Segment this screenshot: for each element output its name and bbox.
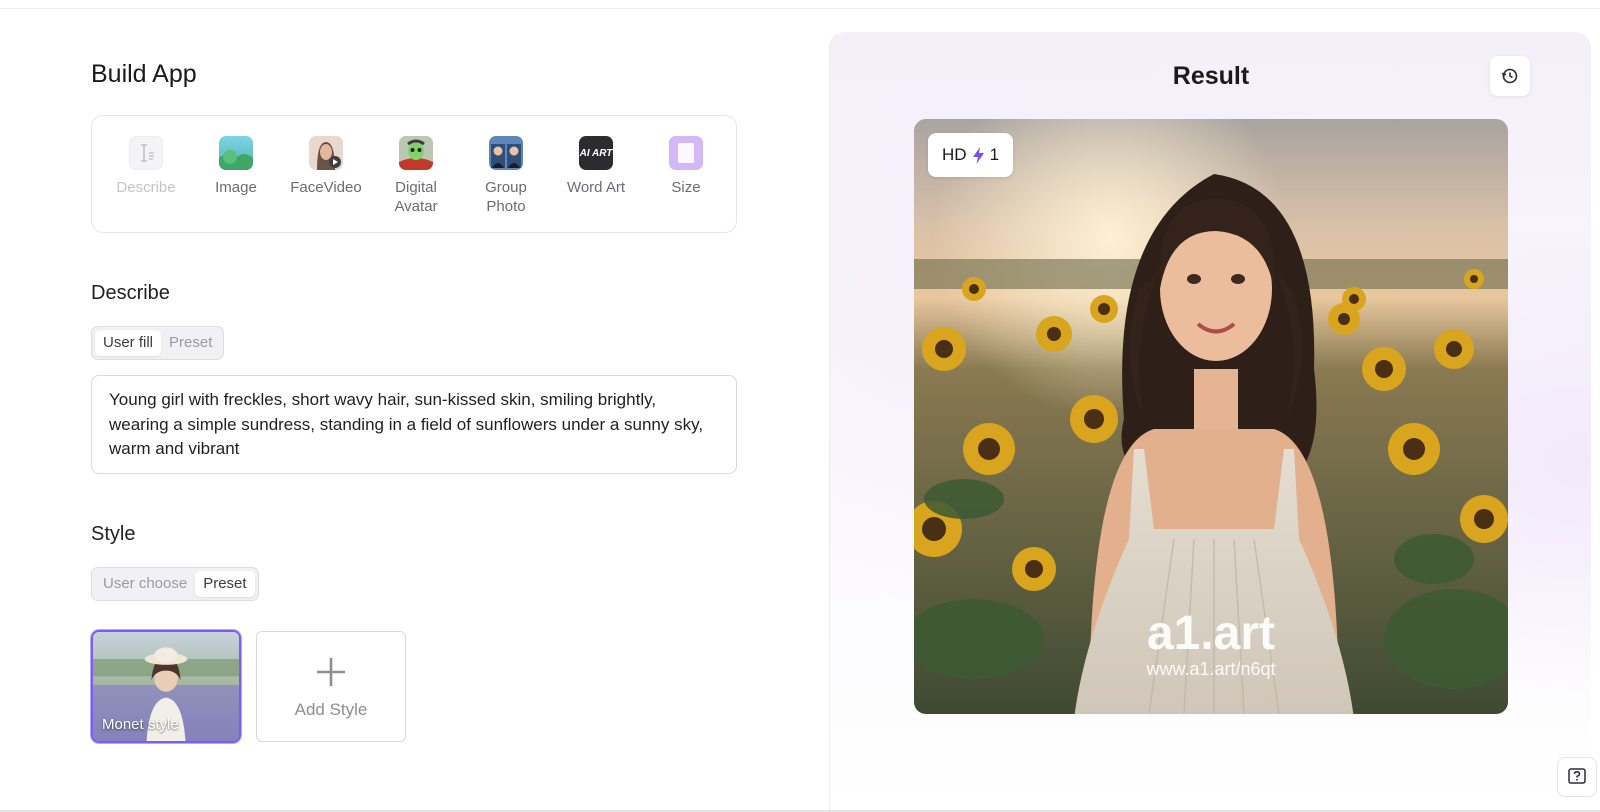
mode-preset[interactable]: Preset	[161, 330, 220, 356]
face-video-icon	[309, 136, 343, 170]
word-art-icon: AI ART	[579, 136, 613, 170]
badge-quality: HD	[942, 145, 967, 164]
history-icon	[1501, 68, 1518, 84]
digital-avatar-icon	[399, 136, 433, 170]
type-word-art[interactable]: AI ART Word Art	[556, 136, 636, 197]
result-title: Result	[1172, 62, 1250, 90]
badge-count: 1	[989, 145, 1000, 164]
type-label: Digital Avatar	[394, 179, 438, 215]
build-app-panel: Build App Describe Image FaceVideo Digit…	[91, 0, 737, 812]
describe-section-title: Describe	[91, 282, 170, 304]
describe-textarea[interactable]: Young girl with freckles, short wavy hai…	[91, 375, 737, 474]
mode-preset[interactable]: Preset	[195, 571, 255, 597]
page-title: Build App	[91, 60, 197, 88]
type-label: FaceVideo	[290, 179, 362, 196]
describe-icon	[129, 136, 163, 170]
type-group-photo[interactable]: Group Photo	[466, 136, 546, 216]
add-style-button[interactable]: Add Style	[256, 631, 406, 742]
watermark-url: www.a1.art/n6qt	[1145, 659, 1275, 679]
help-icon	[1568, 768, 1586, 784]
style-name: Monet style	[102, 716, 179, 733]
type-label: Word Art	[566, 179, 626, 196]
add-style-label: Add Style	[294, 700, 368, 719]
mode-user-choose[interactable]: User choose	[95, 571, 195, 597]
type-describe[interactable]: Describe	[106, 136, 186, 197]
type-face-video[interactable]: FaceVideo	[286, 136, 366, 197]
result-panel: Result a1.art www.a1.art/n6qt HD 1	[829, 32, 1597, 812]
style-card-monet[interactable]: Monet style	[91, 630, 241, 743]
hd-badge: HD 1	[928, 133, 1014, 177]
history-button[interactable]	[1490, 56, 1530, 96]
type-image[interactable]: Image	[196, 136, 276, 197]
bolt-icon	[972, 146, 984, 164]
result-image[interactable]: a1.art www.a1.art/n6qt HD 1	[914, 119, 1508, 714]
size-icon	[669, 136, 703, 170]
generated-portrait-image: a1.art www.a1.art/n6qt	[914, 119, 1508, 714]
type-label: Size	[671, 179, 701, 196]
image-icon	[219, 136, 253, 170]
describe-mode-toggle: User fill Preset	[91, 326, 225, 360]
style-section-title: Style	[91, 523, 136, 545]
plus-icon	[257, 656, 405, 692]
watermark-logo: a1.art	[1147, 607, 1275, 660]
type-size[interactable]: Size	[646, 136, 726, 197]
style-mode-toggle: User choose Preset	[91, 567, 259, 601]
type-label: Image	[215, 179, 257, 196]
type-label: Group Photo	[485, 179, 527, 215]
type-label: Describe	[116, 179, 176, 196]
app-type-toolbar: Describe Image FaceVideo Digital Avatar	[91, 115, 737, 233]
help-button[interactable]	[1557, 757, 1597, 797]
group-photo-icon	[489, 136, 523, 170]
mode-user-fill[interactable]: User fill	[95, 330, 162, 356]
type-digital-avatar[interactable]: Digital Avatar	[376, 136, 456, 216]
